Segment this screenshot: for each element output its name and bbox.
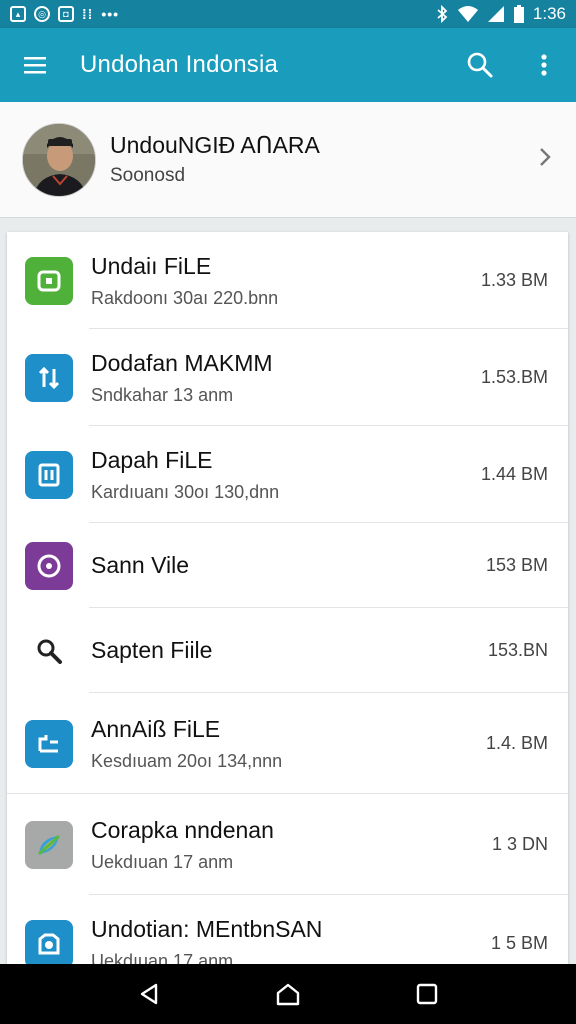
list-item[interactable]: AnnAiß FiLE Kesdıuam 20oı 134,nnn 1.4. B…	[7, 693, 568, 794]
file-size: 1.53.BM	[480, 367, 548, 387]
signal-icon: ⁞⁞	[82, 6, 94, 22]
status-bar: ▴ ◎ ◘ ⁞⁞ ••• 1:36	[0, 0, 576, 28]
list-item[interactable]: Undaiı FiLE Rakdoonı 30aı 220.bnn 1.33 B…	[7, 232, 568, 329]
avatar	[22, 122, 96, 197]
bluetooth-icon	[437, 5, 448, 23]
wifi-icon	[457, 6, 478, 22]
search-icon	[467, 52, 493, 78]
recents-icon	[416, 983, 437, 1005]
account-header[interactable]: UndouNGIĐ AՈARA Soonosd	[0, 102, 576, 218]
whatsapp-icon: ◎	[34, 6, 50, 22]
back-button[interactable]	[119, 964, 179, 1024]
file-size: 153 BM	[485, 555, 548, 575]
green-file-icon	[25, 256, 73, 305]
account-subtitle: Soonosd	[110, 165, 186, 186]
file-subtitle: Uekdıuan 17 anm	[91, 851, 234, 872]
more-vert-icon	[541, 54, 547, 76]
blue-sync-icon	[25, 353, 73, 402]
list-item[interactable]: Sapten Fiile 153.BN	[7, 608, 568, 693]
file-title: Undaiı FiLE	[91, 252, 212, 279]
overflow-menu-button[interactable]	[512, 28, 576, 102]
colorful-leaf-icon	[25, 820, 73, 869]
file-size: 1.4. BM	[485, 733, 548, 753]
file-title: Sapten Fiile	[91, 637, 213, 663]
list-item[interactable]: Sann Vile 153 BM	[7, 523, 568, 608]
cell-signal-icon	[487, 6, 504, 22]
list-item[interactable]: Corapka nndenan Uekdıuan 17 anm 1 3 DN	[7, 794, 568, 895]
file-list: Undaiı FiLE Rakdoonı 30aı 220.bnn 1.33 B…	[7, 232, 568, 972]
file-title: Corapka nndenan	[91, 816, 274, 843]
home-icon	[276, 983, 300, 1006]
file-size: 153.BN	[487, 640, 548, 660]
file-subtitle: Sndkahar 13 anm	[91, 384, 234, 405]
file-subtitle: Rakdoonı 30aı 220.bnn	[91, 287, 279, 308]
file-title: Sann Vile	[91, 552, 190, 578]
search-button[interactable]	[448, 28, 512, 102]
magnifier-icon	[25, 627, 73, 675]
file-title: Undotian: MEntbnSAN	[91, 915, 323, 942]
battery-icon	[513, 5, 524, 23]
more-icon: •••	[101, 6, 120, 22]
app-title: Undohan Indonsia	[80, 51, 279, 78]
list-item[interactable]: Undotian: MEntbnSAN Uekdıuan 17 anm 1 5 …	[7, 895, 568, 972]
list-item[interactable]: Dodafan MAKMM Sndkahar 13 anm 1.53.BM	[7, 329, 568, 426]
account-name: UndouNGIĐ AՈARA	[110, 132, 320, 158]
blue-doc-icon	[25, 450, 73, 499]
list-item[interactable]: Dapah FiLE Kardıuanı 30oı 130,dnn 1.44 B…	[7, 426, 568, 523]
file-title: AnnAiß FiLE	[91, 715, 221, 742]
recents-button[interactable]	[397, 964, 457, 1024]
photo-icon: ▴	[10, 6, 26, 22]
home-button[interactable]	[258, 964, 318, 1024]
file-title: Dodafan MAKMM	[91, 349, 273, 376]
file-title: Dapah FiLE	[91, 446, 213, 473]
file-size: 1 5 BM	[490, 933, 548, 953]
navigation-bar	[0, 964, 576, 1024]
app-icon: ◘	[58, 6, 74, 22]
menu-button[interactable]	[0, 28, 70, 102]
menu-icon	[24, 57, 46, 74]
back-icon	[141, 983, 158, 1005]
file-size: 1.44 BM	[480, 464, 548, 484]
file-subtitle: Kardıuanı 30oı 130,dnn	[91, 481, 280, 502]
file-size: 1.33 BM	[480, 270, 548, 290]
purple-target-icon	[25, 541, 73, 590]
status-time: 1:36	[532, 4, 566, 23]
blue-folder-icon	[25, 719, 73, 768]
chevron-right-icon	[538, 146, 552, 173]
app-bar: Undohan Indonsia	[0, 28, 576, 102]
blue-camera-icon	[25, 919, 73, 968]
file-subtitle: Kesdıuam 20oı 134,nnn	[91, 750, 283, 771]
file-size: 1 3 DN	[491, 834, 548, 854]
